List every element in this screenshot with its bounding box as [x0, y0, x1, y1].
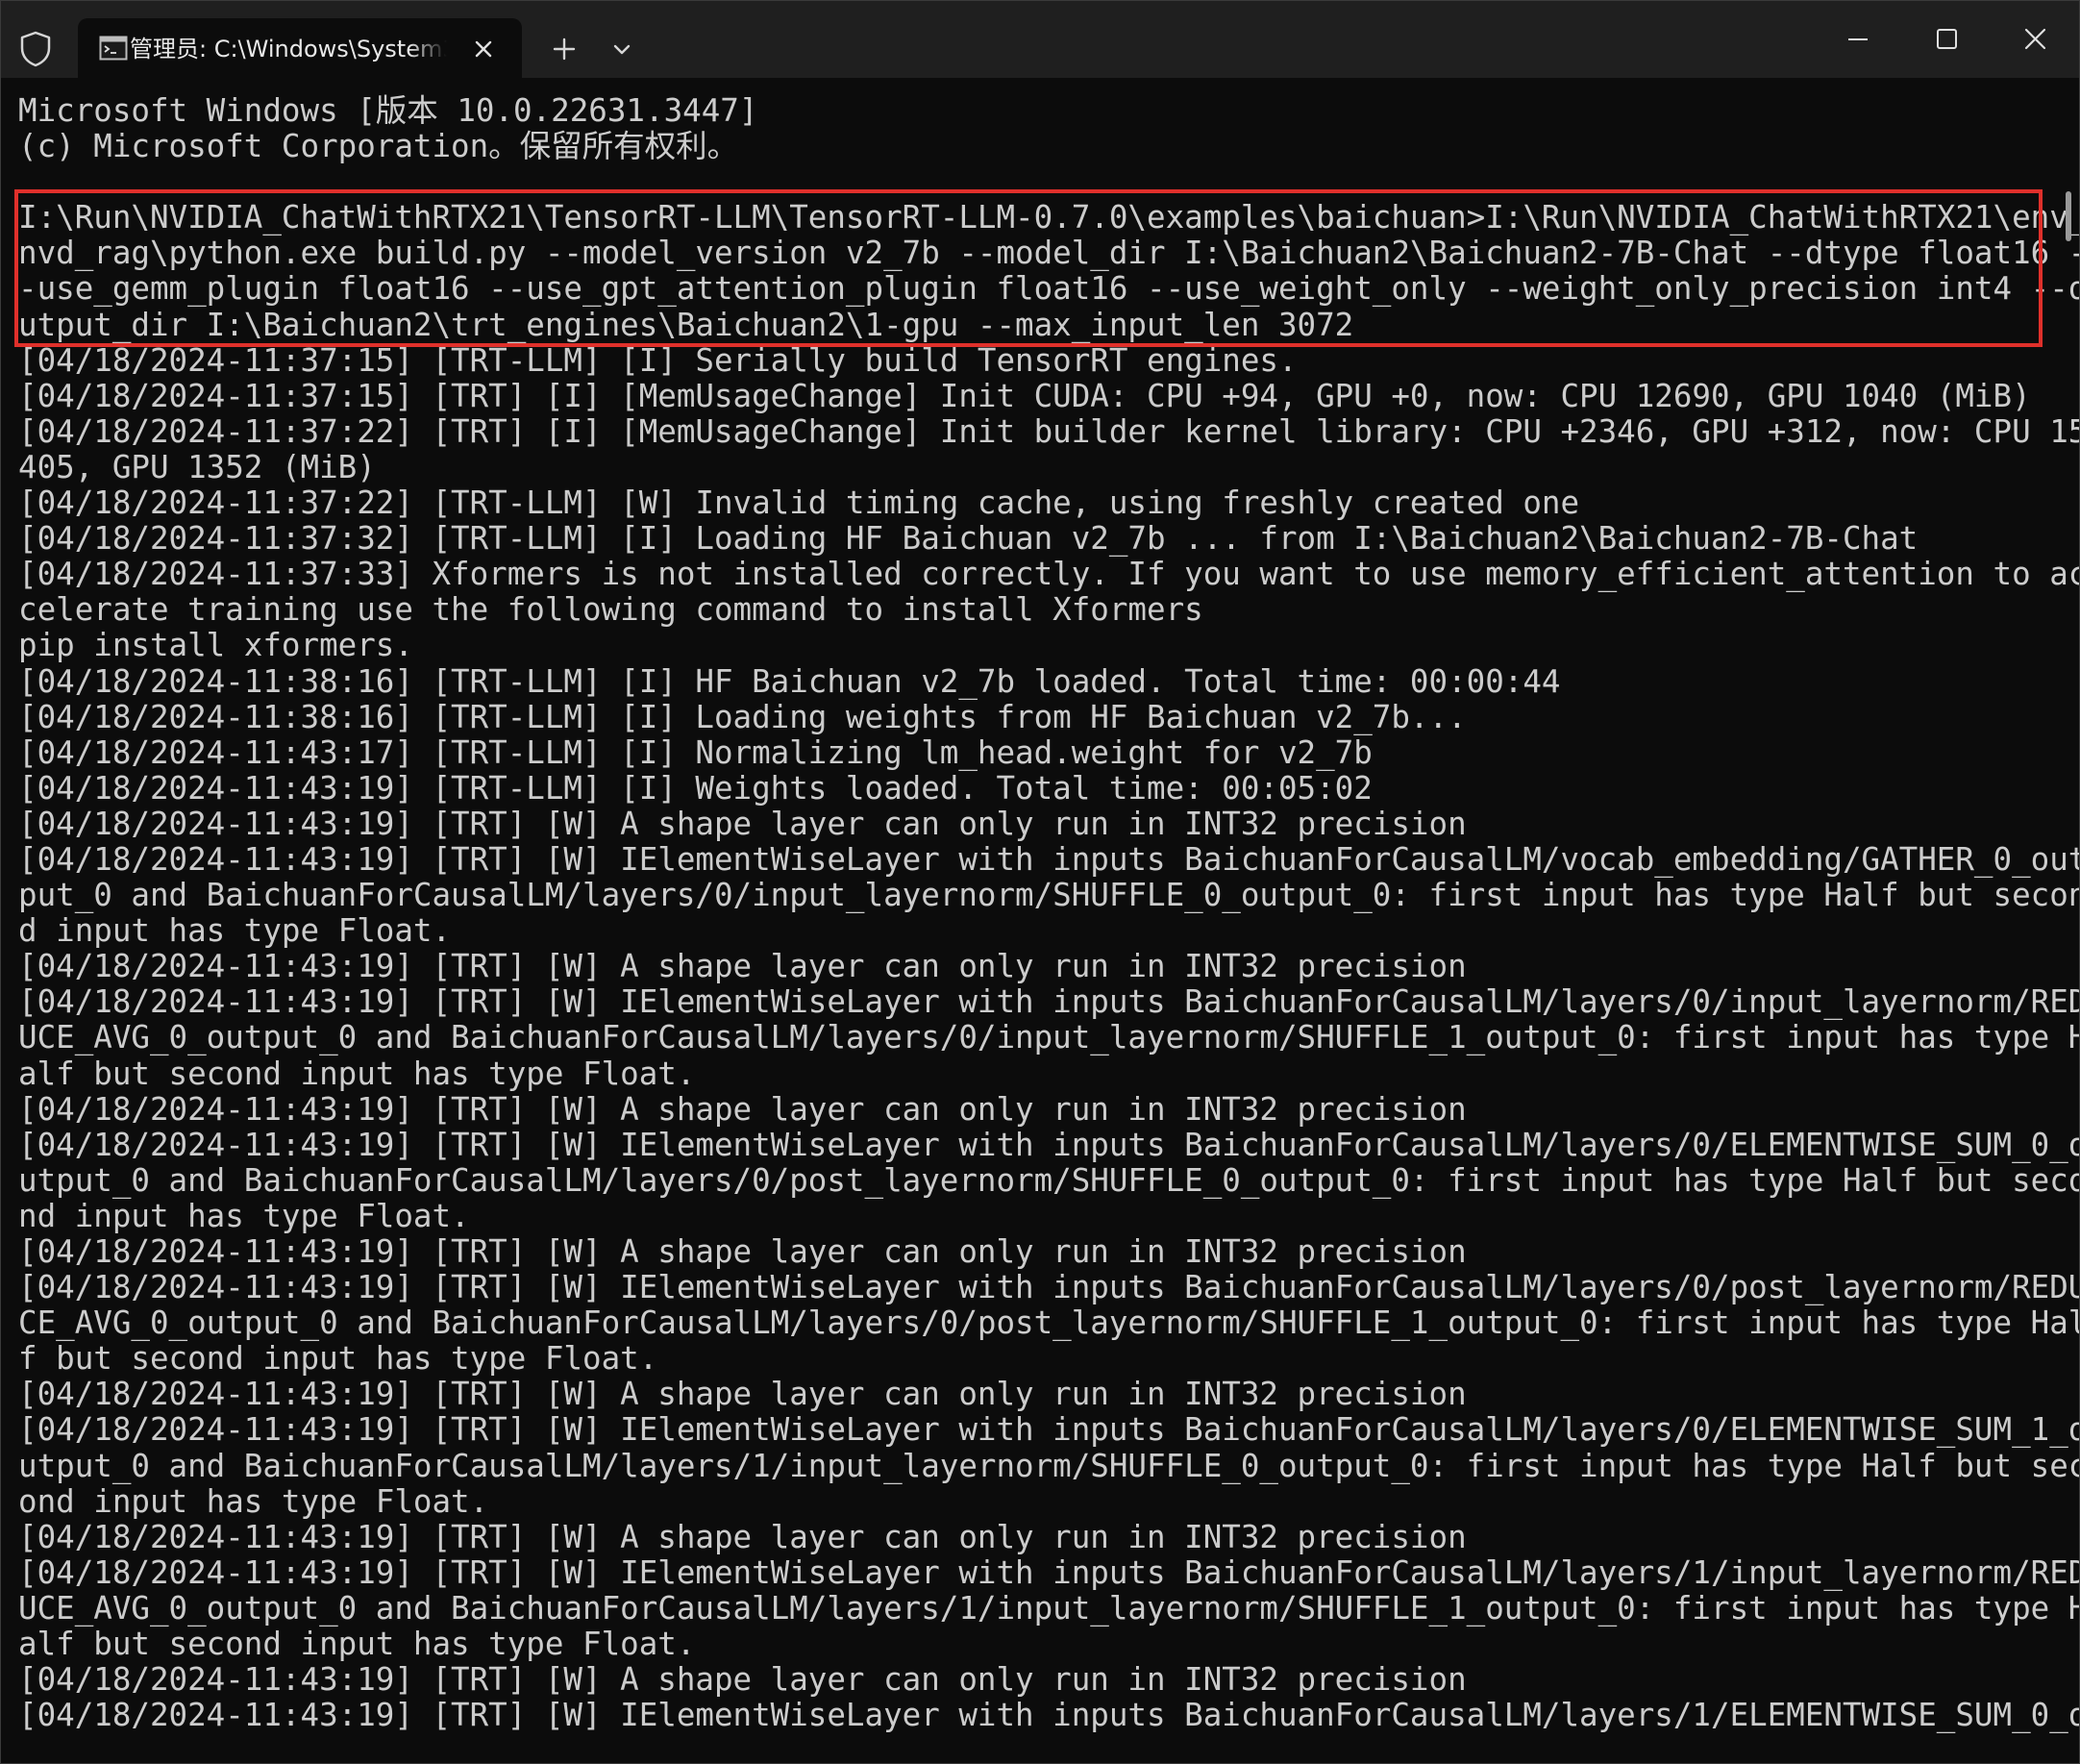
terminal-line: [04/18/2024-11:43:19] [TRT] [W] A shape … [18, 948, 1467, 985]
close-icon[interactable] [468, 34, 499, 64]
terminal-line: [04/18/2024-11:37:22] [TRT-LLM] [W] Inva… [18, 484, 1580, 522]
terminal-content[interactable]: Microsoft Windows [版本 10.0.22631.3447] (… [1, 78, 2080, 1763]
tab-cmd[interactable]: 管理员: C:\Windows\System32\cmd.exe [78, 18, 522, 78]
terminal-line: [04/18/2024-11:43:17] [TRT-LLM] [I] Norm… [18, 733, 1373, 771]
terminal-line: UCE_AVG_0_output_0 and BaichuanForCausal… [18, 1019, 2080, 1056]
terminal-line: ond input has type Float. [18, 1482, 489, 1520]
terminal-line: [04/18/2024-11:43:19] [TRT] [W] A shape … [18, 1376, 1467, 1413]
terminal-line: 405, GPU 1352 (MiB) [18, 448, 376, 485]
terminal-line: [04/18/2024-11:37:15] [TRT] [I] [MemUsag… [18, 377, 2031, 414]
terminal-line: [04/18/2024-11:43:19] [TRT-LLM] [I] Weig… [18, 769, 1373, 807]
terminal-line: [04/18/2024-11:43:19] [TRT] [W] A shape … [18, 1518, 1467, 1555]
terminal-line: nd input has type Float. [18, 1197, 470, 1234]
terminal-line: Microsoft Windows [版本 10.0.22631.3447] [18, 92, 758, 129]
terminal-line: [04/18/2024-11:38:16] [TRT-LLM] [I] HF B… [18, 662, 1561, 700]
terminal-line: [04/18/2024-11:43:19] [TRT] [W] IElement… [18, 1126, 2080, 1163]
plus-icon[interactable] [545, 30, 583, 68]
terminal-line: CE_AVG_0_output_0 and BaichuanForCausalL… [18, 1304, 2080, 1342]
minimize-icon[interactable] [1831, 18, 1885, 61]
terminal-line: put_0 and BaichuanForCausalLM/layers/0/i… [18, 877, 2080, 914]
terminal-line: [04/18/2024-11:37:33] Xformers is not in… [18, 556, 2080, 593]
scrollbar-thumb[interactable] [2066, 191, 2071, 241]
terminal-line: [04/18/2024-11:37:32] [TRT-LLM] [I] Load… [18, 520, 1919, 558]
terminal-line: f but second input has type Float. [18, 1340, 658, 1378]
terminal-window: 管理员: C:\Windows\System32\cmd.exe Microso… [0, 0, 2080, 1764]
terminal-line: [04/18/2024-11:43:19] [TRT] [W] A shape … [18, 1090, 1467, 1128]
terminal-line: [04/18/2024-11:43:19] [TRT] [W] IElement… [18, 1553, 2080, 1591]
terminal-line: [04/18/2024-11:43:19] [TRT] [W] IElement… [18, 983, 2080, 1021]
terminal-line: d input has type Float. [18, 912, 452, 950]
maximize-icon[interactable] [1919, 18, 1973, 61]
terminal-line: [04/18/2024-11:43:19] [TRT] [W] IElement… [18, 840, 2080, 878]
title-bar[interactable]: 管理员: C:\Windows\System32\cmd.exe [1, 1, 2079, 78]
terminal-line: alf but second input has type Float. [18, 1626, 696, 1663]
terminal-line: [04/18/2024-11:37:22] [TRT] [I] [MemUsag… [18, 412, 2080, 450]
terminal-line: [04/18/2024-11:43:19] [TRT] [W] IElement… [18, 1269, 2080, 1306]
terminal-line: utput_0 and BaichuanForCausalLM/layers/0… [18, 1161, 2080, 1199]
cmd-terminal-icon [99, 36, 128, 61]
terminal-line: alf but second input has type Float. [18, 1055, 696, 1092]
chevron-down-icon[interactable] [605, 34, 639, 66]
terminal-line: UCE_AVG_0_output_0 and BaichuanForCausal… [18, 1589, 2080, 1627]
highlight-box [14, 189, 2043, 347]
terminal-line: [04/18/2024-11:37:15] [TRT-LLM] [I] Seri… [18, 341, 1298, 379]
terminal-line: [04/18/2024-11:43:19] [TRT] [W] A shape … [18, 805, 1467, 842]
terminal-line: [04/18/2024-11:38:16] [TRT-LLM] [I] Load… [18, 698, 1467, 735]
terminal-line: [04/18/2024-11:43:19] [TRT] [W] A shape … [18, 1233, 1467, 1270]
terminal-line: pip install xformers. [18, 627, 413, 664]
terminal-line: celerate training use the following comm… [18, 591, 1203, 629]
terminal-line: utput_0 and BaichuanForCausalLM/layers/1… [18, 1447, 2080, 1484]
close-icon[interactable] [2008, 18, 2062, 61]
shield-icon [20, 31, 51, 67]
tab-title: 管理员: C:\Windows\System32\cmd.exe [130, 36, 447, 62]
terminal-line: [04/18/2024-11:43:19] [TRT] [W] A shape … [18, 1661, 1467, 1699]
terminal-line: (c) Microsoft Corporation。保留所有权利。 [18, 128, 739, 165]
terminal-line: [04/18/2024-11:43:19] [TRT] [W] IElement… [18, 1697, 2080, 1734]
terminal-line: [04/18/2024-11:43:19] [TRT] [W] IElement… [18, 1411, 2080, 1449]
